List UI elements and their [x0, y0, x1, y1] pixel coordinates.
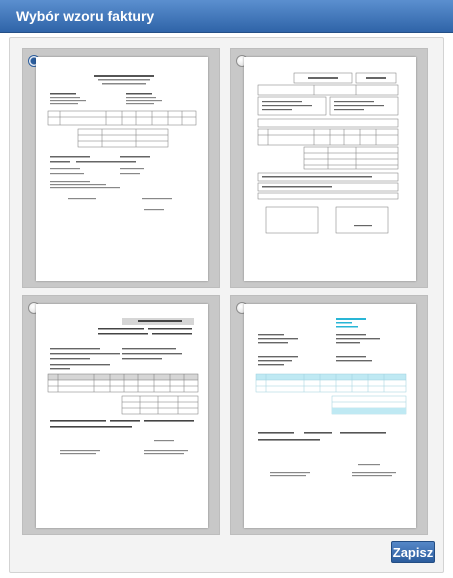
template-preview-2: [244, 57, 416, 281]
invoice-preview-graphic: [257, 72, 399, 234]
window-title: Wybór wzoru faktury: [16, 8, 155, 24]
template-card-1[interactable]: [22, 48, 220, 288]
window-titlebar: Wybór wzoru faktury: [0, 0, 453, 33]
invoice-preview-graphic: [47, 318, 199, 455]
template-preview-3: [36, 304, 208, 528]
template-preview-1: [36, 57, 208, 281]
invoice-preview-graphic: [47, 75, 197, 211]
template-gallery: [9, 37, 444, 573]
save-button[interactable]: Zapisz: [391, 541, 435, 563]
template-card-2[interactable]: [230, 48, 428, 288]
invoice-preview-graphic: [255, 318, 407, 477]
template-card-4[interactable]: [230, 295, 428, 535]
template-card-3[interactable]: [22, 295, 220, 535]
template-preview-4: [244, 304, 416, 528]
